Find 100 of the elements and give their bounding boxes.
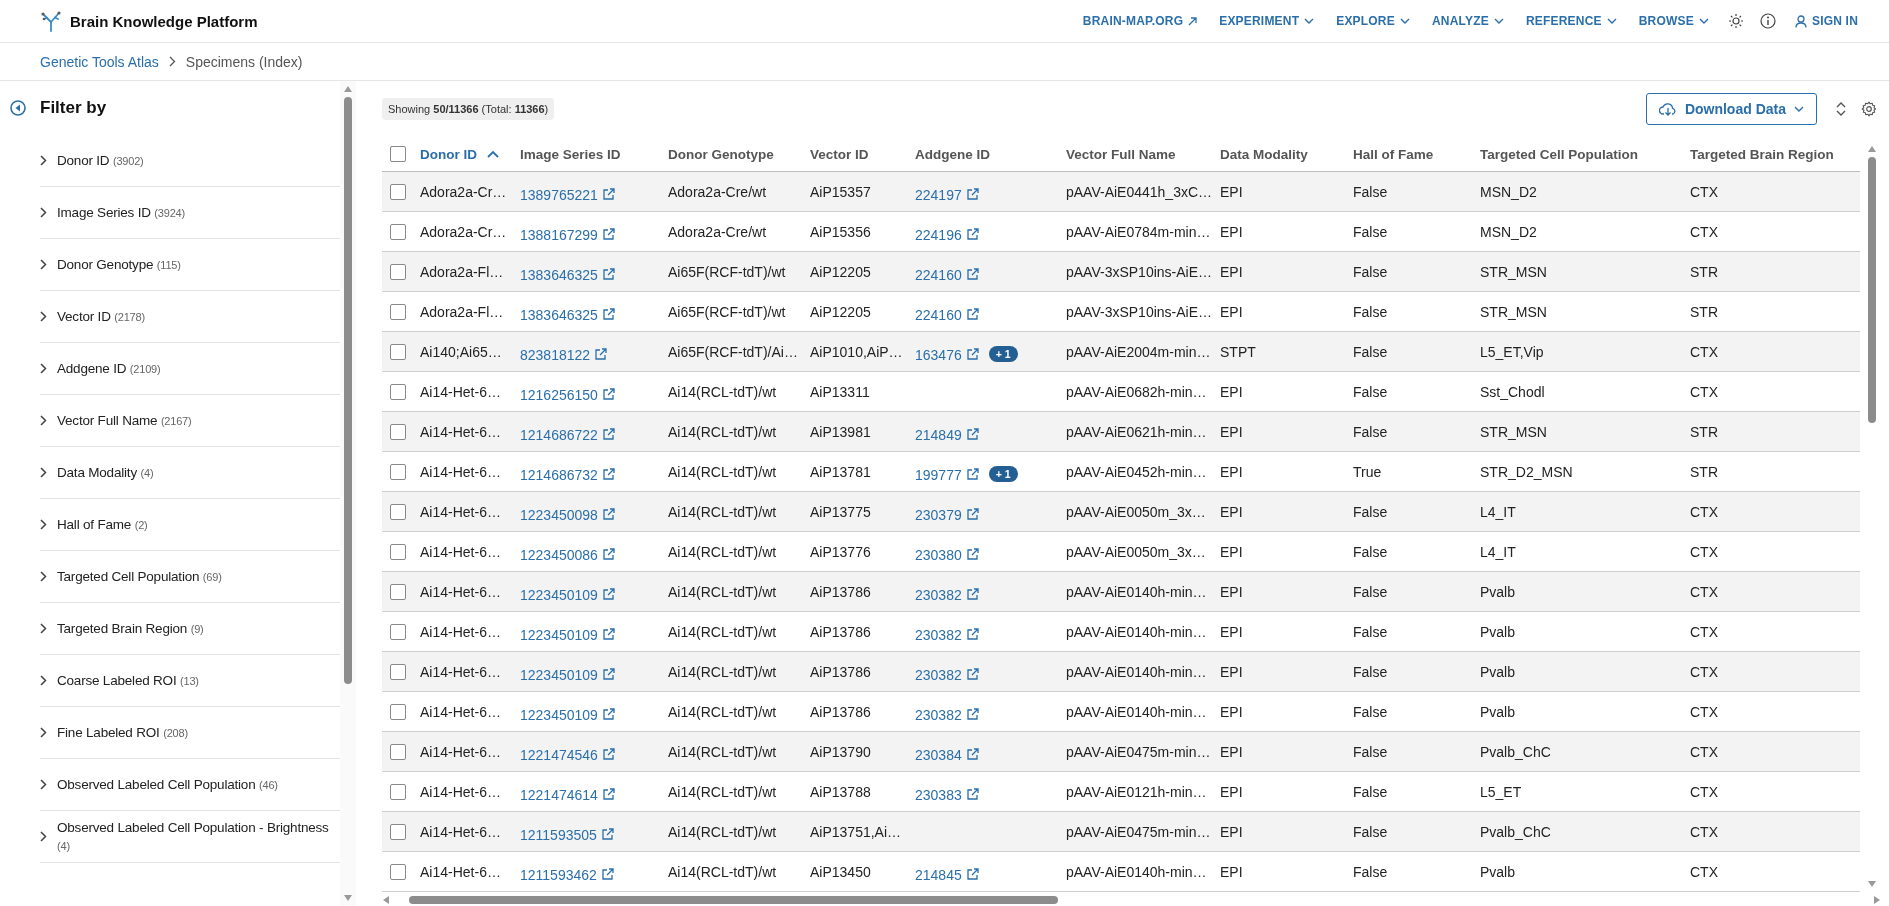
table-link[interactable]: 823818122: [520, 346, 608, 363]
column-header[interactable]: Hall of Fame: [1353, 146, 1434, 162]
table-link[interactable]: 230382: [915, 706, 979, 723]
checkbox[interactable]: [390, 146, 406, 162]
checkbox[interactable]: [390, 263, 406, 280]
table-link[interactable]: 224160: [915, 306, 979, 323]
column-header[interactable]: Targeted Brain Region: [1690, 146, 1834, 162]
table-cell: Ai14(RCL-tdT)/wt: [668, 583, 777, 600]
scroll-down-icon[interactable]: [343, 894, 353, 902]
breadcrumb-link[interactable]: Genetic Tools Atlas: [40, 53, 159, 70]
table-link[interactable]: 1389765221: [520, 186, 615, 203]
table-link[interactable]: 230382: [915, 586, 979, 603]
table-link[interactable]: 1211593505: [520, 826, 614, 843]
sort-ascending-icon[interactable]: [487, 150, 499, 158]
table-cell: EPI: [1220, 303, 1243, 320]
table-link[interactable]: 1211593462: [520, 866, 614, 883]
table-link[interactable]: 214845: [915, 866, 979, 883]
checkbox[interactable]: [390, 783, 406, 800]
chevron-right-icon: [40, 155, 47, 166]
checkbox[interactable]: [390, 623, 406, 640]
table-link[interactable]: 224160: [915, 266, 979, 283]
checkbox[interactable]: [390, 423, 406, 440]
table-link[interactable]: 1221474546: [520, 746, 615, 763]
table-link[interactable]: 1223450109: [520, 586, 615, 603]
table-link[interactable]: 1223450109: [520, 706, 615, 723]
checkbox[interactable]: [390, 343, 406, 360]
table-link[interactable]: 1214686732: [520, 466, 615, 483]
scroll-thumb[interactable]: [344, 97, 352, 684]
table-link[interactable]: 230379: [915, 506, 979, 523]
checkbox[interactable]: [390, 383, 406, 400]
table-link[interactable]: 1223450109: [520, 626, 615, 643]
table-link[interactable]: 199777: [915, 466, 979, 483]
checkbox[interactable]: [390, 823, 406, 840]
table-link[interactable]: 224196: [915, 226, 979, 243]
scrollbar[interactable]: [340, 81, 356, 906]
table-link[interactable]: 1221474614: [520, 786, 615, 803]
table-link[interactable]: 214849: [915, 426, 979, 443]
table-link[interactable]: 230384: [915, 746, 979, 763]
checkbox[interactable]: [390, 583, 406, 600]
column-header[interactable]: Data Modality: [1220, 146, 1308, 162]
logo-icon[interactable]: [40, 10, 62, 32]
checkbox[interactable]: [390, 543, 406, 560]
column-header[interactable]: Vector Full Name: [1066, 146, 1176, 162]
table-link[interactable]: 230380: [915, 546, 979, 563]
nav-menu[interactable]: EXPLORE: [1325, 14, 1421, 28]
column-header[interactable]: Vector ID: [810, 146, 869, 162]
nav-menu[interactable]: ANALYZE: [1420, 14, 1515, 28]
table-link[interactable]: 230382: [915, 626, 979, 643]
table-cell: CTX: [1690, 183, 1718, 200]
scroll-up-icon[interactable]: [343, 85, 353, 93]
table-link[interactable]: 1223450086: [520, 546, 615, 563]
scroll-thumb[interactable]: [408, 896, 1058, 904]
scroll-up-icon[interactable]: [1867, 145, 1877, 153]
scroll-down-icon[interactable]: [1867, 880, 1877, 888]
table-link[interactable]: 1223450109: [520, 666, 615, 683]
sign-in-link[interactable]: SIGN IN: [1783, 14, 1869, 28]
checkbox[interactable]: [390, 503, 406, 520]
nav-menu[interactable]: REFERENCE: [1514, 14, 1628, 28]
sort-icon[interactable]: [1835, 101, 1847, 117]
more-badge[interactable]: + 1: [988, 345, 1018, 362]
info-icon[interactable]: [1759, 13, 1776, 29]
checkbox[interactable]: [390, 863, 406, 880]
download-button[interactable]: Download Data: [1645, 93, 1817, 125]
table-link[interactable]: 224197: [915, 186, 979, 203]
chevron-right-icon: [40, 519, 47, 530]
table-link[interactable]: 1216256150: [520, 386, 615, 403]
scroll-right-icon[interactable]: [1873, 895, 1881, 905]
scroll-thumb[interactable]: [1868, 157, 1876, 423]
table-link[interactable]: 230382: [915, 666, 979, 683]
checkbox[interactable]: [390, 663, 406, 680]
nav-menu[interactable]: EXPERIMENT: [1208, 14, 1326, 28]
column-header[interactable]: Donor ID: [420, 146, 477, 162]
checkbox[interactable]: [390, 703, 406, 720]
column-header[interactable]: Image Series ID: [520, 146, 621, 162]
external-link-icon: [965, 868, 979, 881]
scroll-left-icon[interactable]: [382, 895, 390, 905]
checkbox[interactable]: [390, 223, 406, 240]
checkbox[interactable]: [390, 303, 406, 320]
table-link[interactable]: 1383646325: [520, 266, 615, 283]
checkbox[interactable]: [390, 463, 406, 480]
checkbox[interactable]: [390, 183, 406, 200]
collapse-icon[interactable]: [10, 100, 26, 116]
column-header[interactable]: Addgene ID: [915, 146, 990, 162]
nav-link[interactable]: BRAIN-MAP.ORG: [1071, 14, 1209, 28]
table-link[interactable]: 1388167299: [520, 226, 615, 243]
sun-icon[interactable]: [1727, 13, 1744, 29]
column-header[interactable]: Donor Genotype: [668, 146, 774, 162]
table-link[interactable]: 1383646325: [520, 306, 615, 323]
settings-icon[interactable]: [1861, 101, 1877, 117]
table-link[interactable]: 1223450098: [520, 506, 615, 523]
table-cell: EPI: [1220, 583, 1243, 600]
checkbox[interactable]: [390, 743, 406, 760]
more-badge[interactable]: + 1: [988, 465, 1018, 482]
table-link[interactable]: 230383: [915, 786, 979, 803]
column-header[interactable]: Targeted Cell Population: [1480, 146, 1638, 162]
table-link[interactable]: 163476: [915, 346, 979, 363]
table-cell: CTX: [1690, 743, 1718, 760]
table-cell: Ai14-Het-6…: [420, 783, 501, 800]
table-link[interactable]: 1214686722: [520, 426, 615, 443]
nav-menu[interactable]: BROWSE: [1627, 14, 1720, 28]
